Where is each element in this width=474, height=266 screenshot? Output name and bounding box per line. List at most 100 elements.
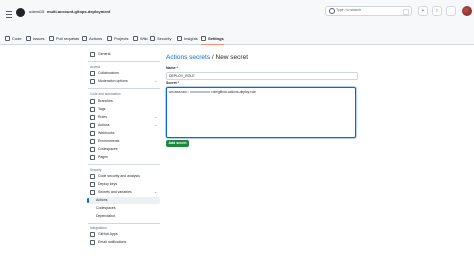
secret-prefix: arn:aws:iam::: [169, 90, 189, 94]
secret-textarea[interactable]: arn:aws:iam:::role/github-actions-deploy…: [166, 87, 356, 138]
repo-link[interactable]: multi-account-gitops-deployment: [47, 9, 110, 14]
repo-nav: Code Issues Pull requests Actions Projec…: [0, 34, 474, 45]
sidebar-item-pages[interactable]: Pages: [88, 154, 160, 161]
search-input[interactable]: Type / to search: [325, 6, 412, 16]
add-secret-button[interactable]: Add secret: [166, 140, 189, 147]
breadcrumb-separator: /: [43, 9, 45, 14]
tab-actions[interactable]: Actions: [82, 35, 102, 44]
create-new-button[interactable]: +: [418, 6, 428, 16]
sidebar-item-deploy-keys[interactable]: Deploy keys: [88, 181, 160, 188]
sidebar-item-label: Codespaces: [96, 206, 116, 210]
sidebar-item-label: Pages: [98, 155, 108, 159]
menu-icon[interactable]: [6, 11, 12, 18]
divider: [88, 223, 160, 224]
branch-icon: [90, 98, 95, 104]
sidebar-item-tags[interactable]: Tags: [88, 106, 160, 113]
sidebar-item-rules[interactable]: Rules ⌄: [88, 114, 160, 121]
comment-icon: [90, 78, 95, 84]
tab-settings[interactable]: Settings: [201, 35, 224, 45]
command-palette-icon: [403, 8, 409, 15]
pull-request-icon: [49, 36, 54, 42]
divider: [88, 164, 160, 165]
tab-pull-requests[interactable]: Pull requests: [49, 35, 79, 44]
sidebar-item-label: Email notifications: [98, 240, 127, 244]
tab-issues[interactable]: Issues: [26, 35, 45, 44]
plus-icon: +: [421, 8, 425, 14]
github-logo-icon[interactable]: [16, 8, 25, 17]
webhook-icon: [90, 130, 95, 136]
name-label: Name *: [166, 66, 178, 70]
page-title: Actions secrets / New secret: [166, 54, 248, 61]
wiki-icon: [133, 36, 138, 42]
sidebar-item-email-notifications[interactable]: Email notifications: [88, 239, 160, 246]
asterisk-icon: [90, 189, 95, 195]
sidebar-item-actions[interactable]: Actions ⌄: [88, 122, 160, 129]
secret-label: Secret *: [166, 81, 180, 85]
code-icon: [5, 36, 10, 42]
sidebar-item-label: General: [98, 52, 111, 56]
sidebar-subitem-codespaces[interactable]: Codespaces: [88, 205, 160, 212]
issue-icon: [26, 36, 31, 42]
sidebar-item-code-security[interactable]: Code security and analysis: [88, 173, 160, 180]
sidebar-item-label: Tags: [98, 107, 106, 111]
tab-label: Wiki: [140, 36, 148, 41]
name-field[interactable]: DEPLOY_ROLE: [166, 72, 358, 80]
tab-label: Actions: [89, 36, 103, 41]
gear-icon: [201, 36, 206, 42]
sidebar-item-label: Actions: [98, 123, 110, 127]
search-icon: [329, 8, 335, 14]
section-heading-access: Access: [90, 65, 101, 69]
sidebar-item-label: Branches: [98, 99, 113, 103]
sidebar-item-github-apps[interactable]: GitHub Apps: [88, 231, 160, 238]
sidebar-item-label: Environments: [98, 139, 120, 143]
tab-code[interactable]: Code: [5, 35, 22, 44]
tab-projects[interactable]: Projects: [107, 35, 128, 44]
gear-icon: [90, 51, 95, 57]
breadcrumb-link[interactable]: Actions secrets: [166, 54, 210, 61]
sidebar-subitem-actions[interactable]: Actions: [87, 197, 160, 204]
actions-icon: [90, 122, 95, 128]
tab-label: Code: [12, 36, 22, 41]
tab-label: Security: [157, 36, 172, 41]
sidebar-item-branches[interactable]: Branches: [88, 98, 160, 105]
tab-wiki[interactable]: Wiki: [133, 35, 148, 44]
sidebar-item-label: Codespaces: [98, 147, 118, 151]
tag-icon: [90, 106, 95, 112]
chevron-down-icon: ⌄: [154, 123, 157, 127]
sidebar-subitem-dependabot[interactable]: Dependabot: [88, 213, 160, 220]
tab-security[interactable]: Security: [150, 35, 171, 44]
sidebar-item-label: Deploy keys: [98, 182, 118, 186]
section-heading-integrations: Integrations: [90, 226, 107, 230]
sidebar-item-moderation[interactable]: Moderation options ⌄: [88, 78, 160, 85]
page-title-text: New secret: [215, 54, 249, 61]
people-icon: [90, 70, 95, 76]
shield-icon: [150, 36, 155, 42]
sidebar-item-label: Dependabot: [96, 214, 116, 218]
issues-button[interactable]: ○: [432, 6, 442, 16]
sidebar-item-collaborators[interactable]: Collaborators: [88, 70, 160, 77]
divider: [88, 88, 160, 89]
projects-icon: [107, 36, 112, 42]
sidebar-item-label: Rules: [98, 115, 107, 119]
rules-icon: [90, 114, 95, 120]
sidebar-item-label: Moderation options: [98, 79, 128, 83]
secret-value: arn:aws:iam:::role/github-actions-deploy…: [169, 90, 256, 94]
tab-insights[interactable]: Insights: [177, 35, 198, 44]
section-heading-code: Code and automation: [90, 92, 121, 96]
avatar[interactable]: [462, 6, 472, 16]
sidebar-item-general[interactable]: General: [88, 51, 160, 58]
sidebar-item-codespaces[interactable]: Codespaces: [88, 146, 160, 153]
sidebar-item-secrets-variables[interactable]: Secrets and variables ⌄: [88, 189, 160, 196]
sidebar-item-webhooks[interactable]: Webhooks: [88, 130, 160, 137]
secret-suffix: :role/github-actions-deploy-role: [210, 90, 256, 94]
search-placeholder: Type / to search: [336, 8, 361, 12]
mail-icon: [90, 239, 95, 245]
inbox-button[interactable]: [446, 6, 456, 16]
divider: [88, 61, 160, 62]
codescan-icon: [90, 173, 95, 179]
sidebar-item-environments[interactable]: Environments: [88, 138, 160, 145]
global-header: udemi15 / multi-account-gitops-deploymen…: [0, 0, 474, 34]
apps-icon: [90, 231, 95, 237]
sidebar-item-label: Webhooks: [98, 131, 115, 135]
chevron-down-icon: ⌄: [154, 190, 157, 194]
